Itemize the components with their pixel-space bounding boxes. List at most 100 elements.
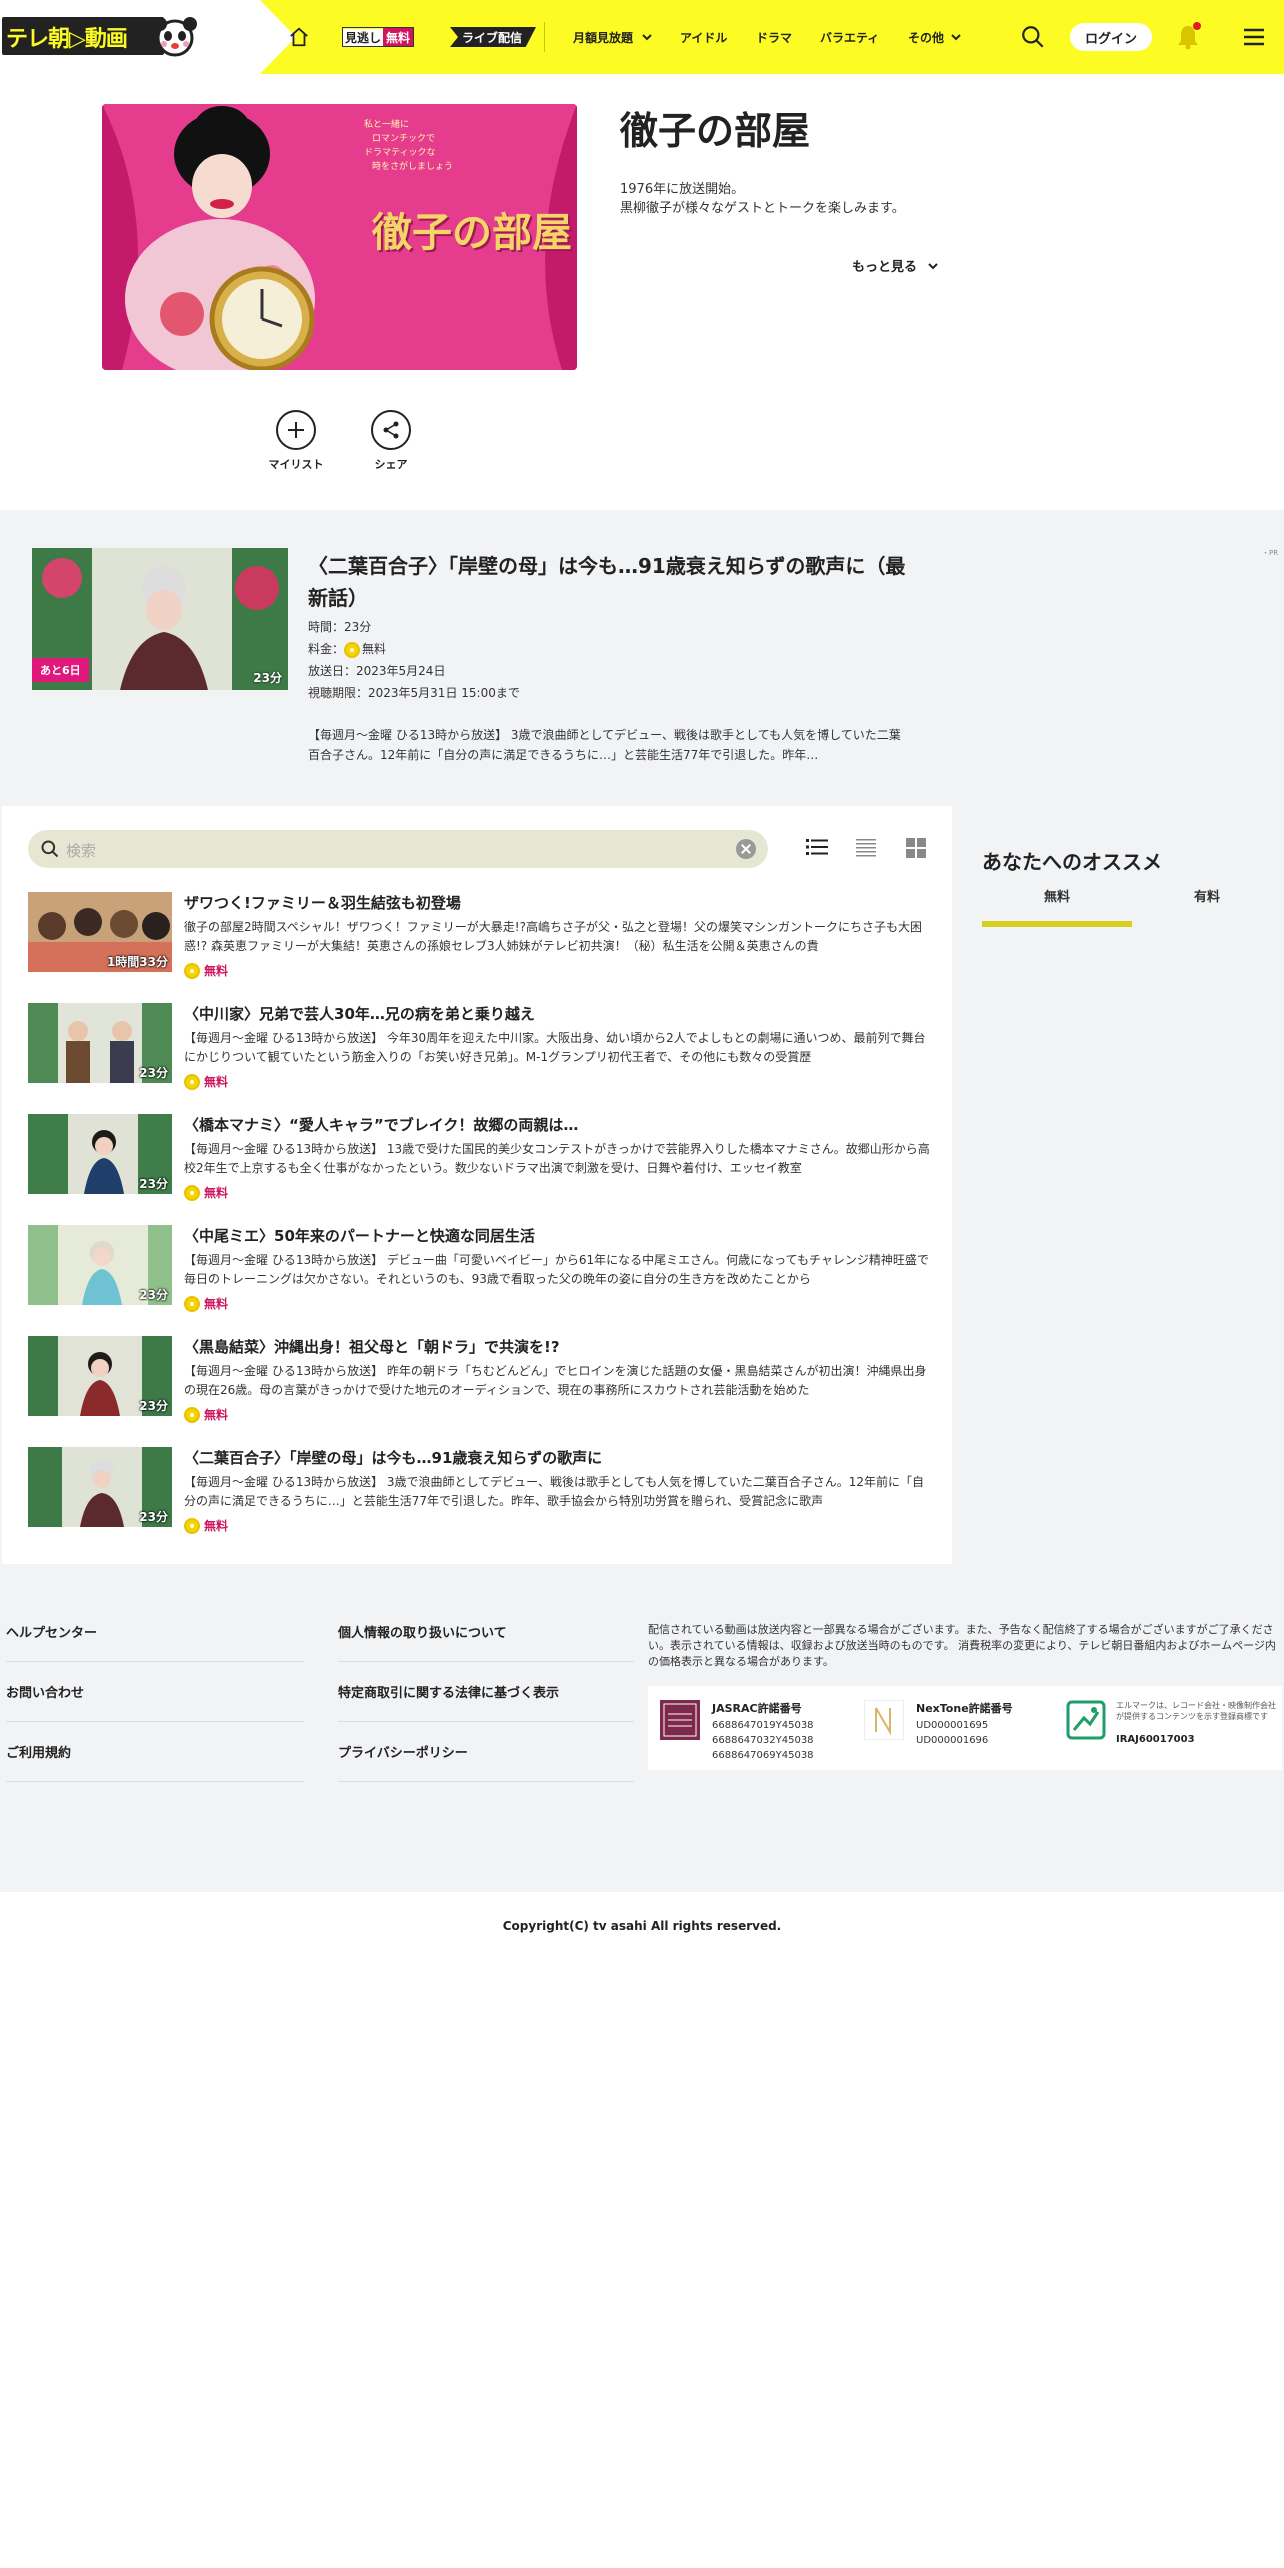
search-icon [41,840,59,858]
episode-thumbnail[interactable]: 23分 [28,1336,172,1416]
logo-area[interactable]: テレ朝▷動画 [0,0,296,74]
nav-mino-label: 見逃し [343,28,384,46]
share-button[interactable]: シェア [356,410,426,472]
help-center-link[interactable]: ヘルプセンター [6,1602,304,1662]
nextone-number: UD000001696 [916,1735,989,1746]
episode-thumbnail[interactable]: 23分 [28,1225,172,1305]
program-description-line: 黒柳徹子が様々なゲストとトークを楽しみます。 [620,201,905,216]
nav-live[interactable]: ライブ配信 [450,0,537,74]
episode-price: 料金： 無料 [308,638,520,660]
episode-description: 【毎週月～金曜 ひる13時から放送】 デビュー曲「可愛いベイビー」から61年にな… [184,1253,929,1286]
days-left-badge: あと6日 [32,658,89,682]
bell-icon[interactable] [1176,0,1200,74]
nav-mino-free[interactable]: 見逃し 無料 [342,0,415,74]
clear-icon[interactable] [736,839,756,859]
terms-link[interactable]: ご利用規約 [6,1722,304,1782]
tab-paid[interactable]: 有料 [1132,886,1282,921]
price-label: 料金： [308,642,345,656]
privacy-policy-link[interactable]: プライバシーポリシー [338,1722,634,1782]
episode-description: 徹子の部屋2時間スペシャル！ザワつく！ファミリーが大暴走!?高嶋ちさ子が父・弘之… [184,920,922,953]
free-coin-icon [344,641,361,658]
nav-idol[interactable]: アイドル [680,0,727,74]
episode-item[interactable]: 23分 〈二葉百合子〉「岸壁の母」は今も…91歳衰え知らずの歌声に 【毎週月～金… [28,1447,928,1539]
episode-thumbnail[interactable]: 1時間33分 [28,892,172,972]
nextone-logo-icon [864,1700,904,1740]
search-icon[interactable] [1020,0,1046,74]
site-header: テレ朝▷動画 見逃し 無料 ライブ配信 月額見放題 アイドル ドラマ バラエティ… [0,0,1284,74]
login-button[interactable]: ログイン [1070,23,1152,51]
commercial-law-link[interactable]: 特定商取引に関する法律に基づく表示 [338,1662,634,1722]
episode-thumbnail[interactable]: 23分 [28,1114,172,1194]
nav-monthly-label: 月額見放題 [573,30,634,45]
jasrac-number: 6688647069Y45038 [712,1750,814,1761]
contact-link[interactable]: お問い合わせ [6,1662,304,1722]
nextone-number: UD000001695 [916,1720,989,1731]
elmark-logo-icon [1066,1700,1106,1740]
episode-item[interactable]: 1時間33分 ザワつく!ファミリー＆羽生結弦も初登場 徹子の部屋2時間スペシャル… [28,892,928,984]
episode-title[interactable]: 〈黒島結菜〉沖縄出身！祖父母と「朝ドラ」で共演を!? [184,1336,560,1357]
air-date: 放送日：2023年5月24日 [308,664,446,678]
key-visual-logo: 徹子の部屋 [372,209,572,256]
latest-episode-meta: 時間：23分 料金： 無料 放送日：2023年5月24日 視聴期限：2023年5月… [308,616,520,704]
hamburger-menu-icon[interactable] [1242,0,1266,74]
free-text: 無料 [204,964,229,978]
free-coin-icon [184,1295,200,1312]
episode-title[interactable]: 〈橋本マナミ〉“愛人キャラ”でブレイク！故郷の両親は… [184,1114,578,1135]
search-input[interactable]: 検索 [28,830,768,868]
episode-title[interactable]: 〈中尾ミエ〉50年来のパートナーと快適な同居生活 [184,1225,535,1246]
nav-monthly[interactable]: 月額見放題 [544,22,655,52]
search-placeholder: 検索 [66,842,97,860]
logo-text: テレ朝▷動画 [6,27,128,52]
episode-item[interactable]: 23分 〈中尾ミエ〉50年来のパートナーと快適な同居生活 【毎週月～金曜 ひる1… [28,1225,929,1317]
share-icon [371,410,411,450]
nav-free-label: 無料 [383,28,414,46]
tab-free[interactable]: 無料 [982,886,1132,927]
mylist-button[interactable]: マイリスト [261,410,331,472]
jasrac-number: 6688647032Y45038 [712,1735,814,1746]
logo[interactable]: テレ朝▷動画 [2,17,164,55]
jasrac-numbers: 6688647019Y45038 6688647032Y45038 668864… [712,1718,814,1763]
notification-dot [1193,22,1201,30]
free-coin-icon [184,1517,200,1534]
caption-line-4: 時をさがしましょう [372,162,454,172]
episode-title[interactable]: ザワつく!ファミリー＆羽生結弦も初登場 [184,892,461,913]
plus-icon [276,410,316,450]
free-coin-icon [184,1184,200,1201]
price-value: 無料 [362,642,387,656]
episode-thumbnail[interactable]: 23分 [28,1003,172,1083]
program-title: 徹子の部屋 [620,109,811,153]
free-coin-icon [184,962,200,979]
episode-item[interactable]: 23分 〈橋本マナミ〉“愛人キャラ”でブレイク！故郷の両親は… 【毎週月～金曜 … [28,1114,930,1206]
watch-deadline: 視聴期限：2023年5月31日 15:00まで [308,686,520,700]
episode-item[interactable]: 23分 〈中川家〉兄弟で芸人30年…兄の病を弟と乗り越え 【毎週月～金曜 ひる1… [28,1003,928,1095]
latest-episode-title[interactable]: 〈二葉百合子〉「岸壁の母」は今も…91歳衰え知らずの歌声に（最新話） [308,550,908,614]
jasrac-logo-icon [660,1700,700,1740]
episode-item[interactable]: 23分 〈黒島結菜〉沖縄出身！祖父母と「朝ドラ」で共演を!? 【毎週月～金曜 ひ… [28,1336,928,1428]
personal-info-link[interactable]: 個人情報の取り扱いについて [338,1602,634,1662]
home-icon[interactable] [288,0,310,74]
license-box: JASRAC許諾番号 6688647019Y45038 6688647032Y4… [648,1686,1282,1770]
duration-label: 23分 [253,671,282,685]
live-badge: ライブ配信 [450,27,537,47]
elmark-note: エルマークは、レコード会社・映像制作会社が提供するコンテンツを示す登録商標です [1116,1701,1276,1721]
chevron-down-icon [951,34,961,41]
episode-title[interactable]: 〈中川家〉兄弟で芸人30年…兄の病を弟と乗り越え [184,1003,535,1024]
distribution-notice: 配信されている動画は放送内容と一部異なる場合がございます。また、予告なく配信終了… [648,1623,1276,1668]
episode-duration: 23分 [139,1066,168,1080]
latest-episode-thumbnail[interactable]: あと6日 23分 [32,548,288,690]
nav-variety[interactable]: バラエティ [820,0,879,74]
nav-other[interactable]: その他 [908,0,964,74]
free-coin-icon [184,1406,200,1423]
grid-view-icon[interactable] [906,838,926,858]
compact-list-view-icon[interactable] [856,838,876,858]
free-text: 無料 [204,1075,229,1089]
more-button[interactable]: もっと見る [852,256,941,275]
jasrac-number: 6688647019Y45038 [712,1720,814,1731]
nav-drama[interactable]: ドラマ [756,0,792,74]
list-view-icon[interactable] [806,838,828,856]
more-label: もっと見る [852,260,918,275]
free-label: 無料 [184,1406,228,1423]
episode-title[interactable]: 〈二葉百合子〉「岸壁の母」は今も…91歳衰え知らずの歌声に [184,1447,602,1468]
episode-thumbnail[interactable]: 23分 [28,1447,172,1527]
free-label: 無料 [184,1295,228,1312]
